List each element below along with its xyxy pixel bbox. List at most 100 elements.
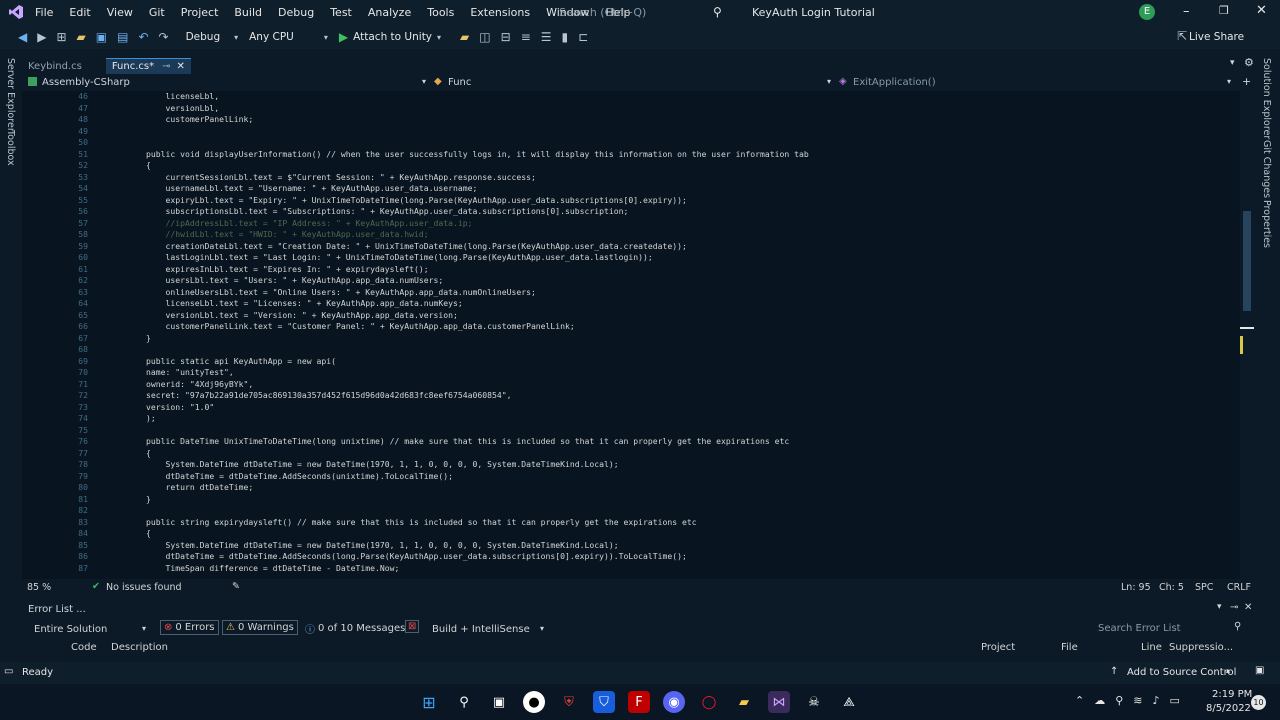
properties-tab[interactable]: Properties xyxy=(1261,200,1272,248)
skull-app-icon[interactable]: ☠ xyxy=(803,691,825,713)
align-icon[interactable]: ≡ xyxy=(521,30,531,44)
tab-keybind[interactable]: Keybind.cs xyxy=(22,59,88,74)
indent-icon[interactable]: ☰ xyxy=(541,30,552,44)
issues-indicator[interactable]: No issues found xyxy=(106,582,182,593)
file-explorer-icon[interactable]: ▰ xyxy=(733,691,755,713)
chevron-down-icon[interactable]: ▾ xyxy=(437,33,441,42)
start-icon[interactable]: ⊞ xyxy=(418,691,440,713)
menu-item-analyze[interactable]: Analyze xyxy=(360,0,419,25)
chevron-up-icon[interactable]: ⌃ xyxy=(1075,694,1084,707)
screenshot-icon[interactable]: ◫ xyxy=(479,30,490,44)
chevron-down-icon[interactable]: ▾ xyxy=(827,77,831,86)
forward-icon[interactable]: ▶ xyxy=(37,30,46,44)
minimize-button[interactable]: – xyxy=(1183,4,1190,19)
col-project[interactable]: Project xyxy=(981,642,1015,653)
tab-list-icon[interactable]: ▾ xyxy=(1230,58,1235,68)
opera-icon[interactable]: ◯ xyxy=(698,691,720,713)
folder-icon[interactable]: ▰ xyxy=(460,30,469,44)
wifi-icon[interactable]: ≋ xyxy=(1133,694,1142,707)
new-project-icon[interactable]: ⊞ xyxy=(56,30,66,44)
shield-icon[interactable]: ⛨ xyxy=(558,691,580,713)
toolbox-tab[interactable]: Toolbox xyxy=(5,130,16,166)
play-icon[interactable]: ▶ xyxy=(339,30,348,44)
clock-time[interactable]: 2:19 PM xyxy=(1212,689,1252,700)
github-icon[interactable]: ● xyxy=(523,691,545,713)
account-avatar[interactable]: E xyxy=(1139,4,1155,20)
live-share-icon[interactable]: ⇱ xyxy=(1177,29,1187,43)
vertical-scrollbar[interactable] xyxy=(1240,91,1254,579)
split-icon[interactable]: + xyxy=(1242,75,1251,88)
project-dropdown[interactable]: Assembly-CSharp xyxy=(42,77,130,88)
type-dropdown[interactable]: Func xyxy=(448,77,471,88)
line-number[interactable]: Ln: 95 xyxy=(1121,582,1151,593)
menu-item-test[interactable]: Test xyxy=(322,0,360,25)
filter-icon[interactable]: ⊠ xyxy=(405,620,420,633)
menu-item-project[interactable]: Project xyxy=(173,0,227,25)
volume-icon[interactable]: ♪ xyxy=(1153,694,1160,707)
col-line[interactable]: Line xyxy=(1141,642,1162,653)
platform-select[interactable]: Any CPU xyxy=(249,31,294,43)
undo-icon[interactable]: ↶ xyxy=(138,30,148,44)
tab-func[interactable]: Func.cs* ⊸ ✕ xyxy=(105,58,191,74)
col-file[interactable]: File xyxy=(1061,642,1078,653)
bookmark-nav-icon[interactable]: ⊏ xyxy=(578,30,588,44)
line-endings[interactable]: CRLF xyxy=(1227,582,1251,593)
menu-item-extensions[interactable]: Extensions xyxy=(462,0,538,25)
task-view-icon[interactable]: ▣ xyxy=(488,691,510,713)
clock-date[interactable]: 8/5/2022 xyxy=(1206,703,1251,714)
save-all-icon[interactable]: ▤ xyxy=(117,30,128,44)
pin-icon[interactable]: ⊸ xyxy=(162,59,170,74)
scrollbar-thumb[interactable] xyxy=(1243,211,1251,311)
open-folder-icon[interactable]: ▰ xyxy=(77,30,86,44)
close-tab-icon[interactable]: ✕ xyxy=(176,59,184,74)
col-description[interactable]: Description xyxy=(111,642,168,653)
save-icon[interactable]: ▣ xyxy=(96,30,107,44)
close-icon[interactable]: ✕ xyxy=(1244,602,1252,613)
messages-filter[interactable]: ⓘ 0 of 10 Messages xyxy=(302,620,408,637)
code-editor[interactable]: 46 licenseLbl, 47 versionLbl, 48 customerP… xyxy=(22,91,1242,579)
visual-studio-icon[interactable]: ⋈ xyxy=(768,691,790,713)
member-dropdown[interactable]: ExitApplication() xyxy=(853,77,936,88)
build-filter-select[interactable]: Build + IntelliSense xyxy=(432,624,530,635)
source-control-button[interactable]: Add to Source Control xyxy=(1127,667,1236,678)
search-icon[interactable]: ⚲ xyxy=(713,5,722,19)
zoom-level[interactable]: 85 % xyxy=(27,582,51,593)
search-icon[interactable]: ⚲ xyxy=(1234,621,1241,632)
bitwarden-icon[interactable]: ⛉ xyxy=(593,691,615,713)
scope-select[interactable]: Entire Solution xyxy=(34,624,107,635)
warnings-filter[interactable]: ⚠ 0 Warnings xyxy=(222,620,298,635)
menu-item-tools[interactable]: Tools xyxy=(419,0,462,25)
chevron-down-icon[interactable]: ▾ xyxy=(422,77,426,86)
back-icon[interactable]: ◀ xyxy=(18,30,27,44)
filezilla-icon[interactable]: F xyxy=(628,691,650,713)
mic-icon[interactable]: ⚲ xyxy=(1115,694,1123,707)
search-input[interactable]: Search (Ctrl+Q) xyxy=(559,6,646,19)
server-explorer-tab[interactable]: Server Explorer xyxy=(5,58,16,132)
notification-icon[interactable]: ▣ xyxy=(1255,665,1264,676)
cleanup-icon[interactable]: ✎ xyxy=(232,581,240,592)
unity-icon[interactable]: ⟁ xyxy=(838,691,860,713)
menu-item-file[interactable]: File xyxy=(27,0,61,25)
network-alert-icon[interactable]: ☁ xyxy=(1094,694,1105,707)
col-suppression[interactable]: Suppressio... xyxy=(1169,642,1233,653)
chevron-down-icon[interactable]: ▾ xyxy=(324,33,328,42)
errors-filter[interactable]: ⊗ 0 Errors xyxy=(160,620,219,635)
attach-button[interactable]: Attach to Unity xyxy=(353,31,432,43)
chevron-down-icon[interactable]: ▾ xyxy=(1227,77,1231,86)
char-number[interactable]: Ch: 5 xyxy=(1159,582,1184,593)
maximize-button[interactable]: ❐ xyxy=(1219,4,1229,17)
menu-item-debug[interactable]: Debug xyxy=(270,0,322,25)
git-changes-tab[interactable]: Git Changes xyxy=(1261,140,1272,198)
layout-icon[interactable]: ⊟ xyxy=(501,30,511,44)
menu-item-build[interactable]: Build xyxy=(226,0,270,25)
panel-menu-icon[interactable]: ▾ xyxy=(1217,602,1222,612)
menu-item-git[interactable]: Git xyxy=(141,0,173,25)
live-share-button[interactable]: Live Share xyxy=(1189,31,1244,43)
search-error-list-input[interactable]: Search Error List xyxy=(1098,623,1181,634)
battery-icon[interactable]: ▭ xyxy=(1170,694,1180,707)
bookmark-icon[interactable]: ▮ xyxy=(562,30,569,44)
solution-explorer-tab[interactable]: Solution Explorer xyxy=(1261,58,1272,139)
menu-item-edit[interactable]: Edit xyxy=(61,0,98,25)
discord-icon[interactable]: ◉ xyxy=(663,691,685,713)
settings-icon[interactable]: ⚙ xyxy=(1244,56,1254,69)
